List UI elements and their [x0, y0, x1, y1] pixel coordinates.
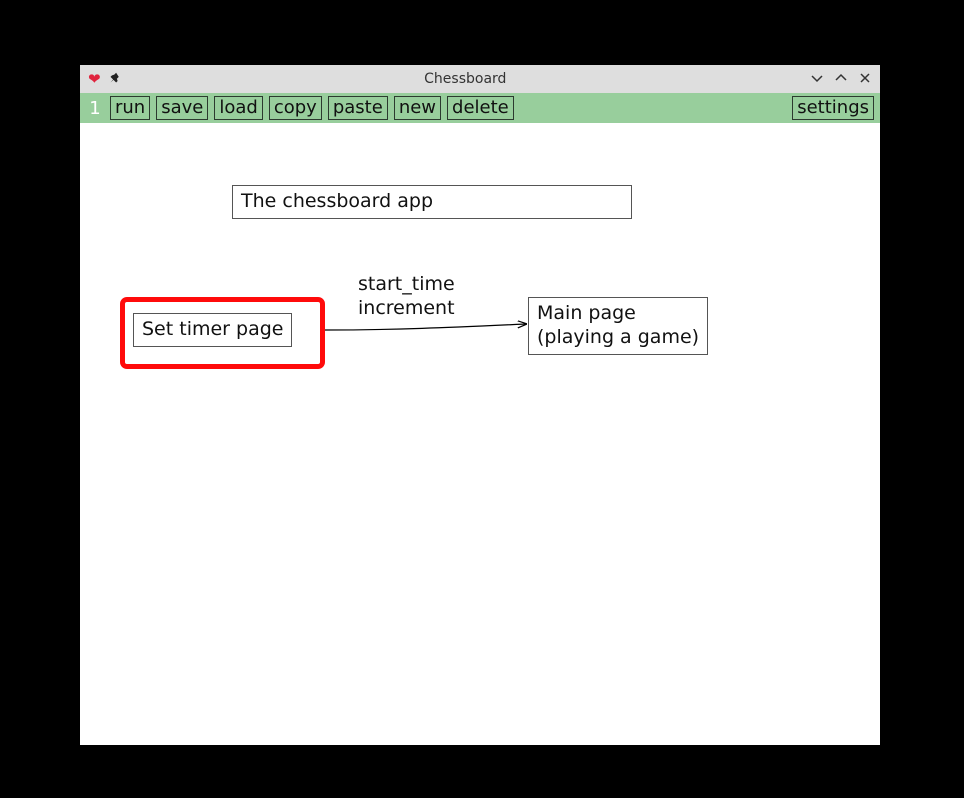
node-set-timer-page[interactable]: Set timer page	[133, 313, 292, 347]
pin-icon[interactable]	[109, 72, 121, 87]
run-button[interactable]: run	[110, 96, 150, 120]
app-window: ❤ Chessboard 1 run save load copy past	[80, 65, 880, 745]
paste-button[interactable]: paste	[328, 96, 388, 120]
titlebar: ❤ Chessboard	[80, 65, 880, 93]
save-button[interactable]: save	[156, 96, 208, 120]
toolbar: 1 run save load copy paste new delete se…	[80, 93, 880, 123]
edge-timer-to-main[interactable]	[325, 324, 526, 330]
maximize-button[interactable]	[834, 71, 848, 88]
window-title: Chessboard	[127, 71, 804, 87]
settings-button[interactable]: settings	[792, 96, 874, 120]
copy-button[interactable]: copy	[269, 96, 322, 120]
edge-label-timer-to-main[interactable]: start_time increment	[358, 273, 455, 321]
delete-button[interactable]: delete	[447, 96, 514, 120]
close-button[interactable]	[858, 71, 872, 88]
node-title-box[interactable]: The chessboard app	[232, 185, 632, 219]
node-main-page[interactable]: Main page (playing a game)	[528, 297, 708, 355]
diagram-canvas[interactable]: The chessboard app Set timer page Main p…	[80, 123, 880, 745]
titlebar-left: ❤	[88, 72, 121, 87]
minimize-button[interactable]	[810, 71, 824, 88]
heart-icon: ❤	[88, 72, 101, 87]
load-button[interactable]: load	[214, 96, 262, 120]
window-controls	[810, 71, 872, 88]
toolbar-index: 1	[86, 98, 104, 119]
new-button[interactable]: new	[394, 96, 441, 120]
